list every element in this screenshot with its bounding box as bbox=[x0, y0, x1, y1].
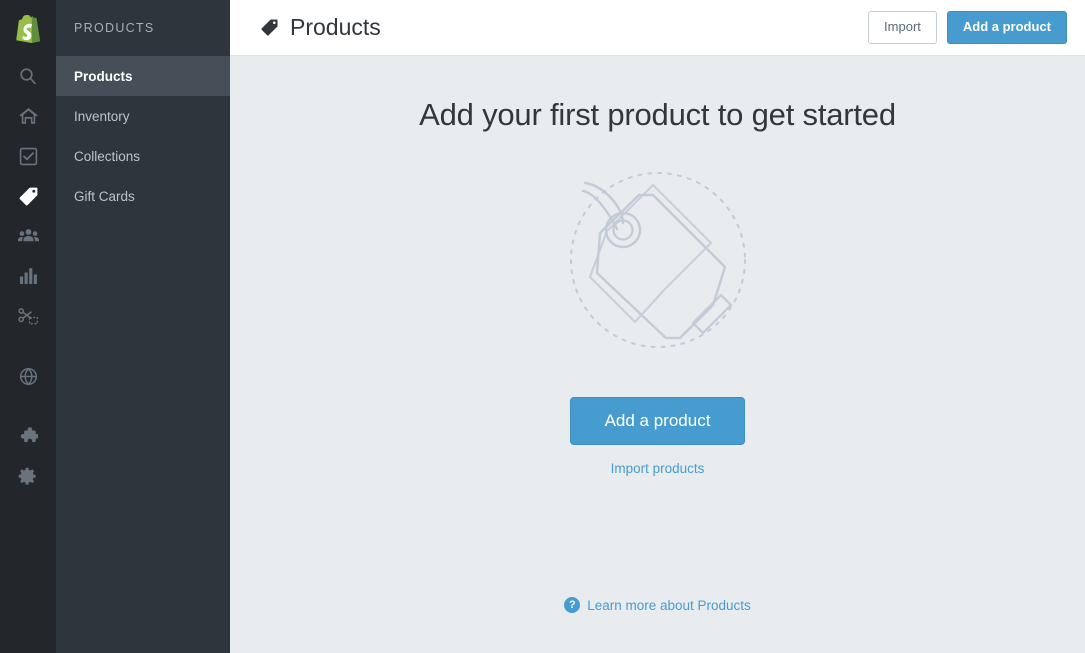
sidebar-item-label: Inventory bbox=[74, 108, 130, 124]
search-icon[interactable] bbox=[0, 56, 56, 96]
learn-more-row: ? Learn more about Products bbox=[230, 597, 1085, 613]
discounts-scissors-icon[interactable] bbox=[0, 296, 56, 336]
sidebar-item-collections[interactable]: Collections bbox=[56, 136, 230, 176]
empty-state-content: Add your first product to get started Ad… bbox=[230, 56, 1085, 653]
sidebar-item-products[interactable]: Products bbox=[56, 56, 230, 96]
settings-gear-icon[interactable] bbox=[0, 456, 56, 496]
home-icon[interactable] bbox=[0, 96, 56, 136]
shopify-admin-window: PRODUCTS Products Inventory Collections … bbox=[0, 0, 1085, 653]
import-products-link[interactable]: Import products bbox=[611, 461, 705, 476]
sidebar-item-label: Gift Cards bbox=[74, 188, 135, 204]
online-store-globe-icon[interactable] bbox=[0, 356, 56, 396]
customers-people-icon[interactable] bbox=[0, 216, 56, 256]
learn-more-link[interactable]: Learn more about Products bbox=[587, 598, 751, 613]
sidebar-section-title: PRODUCTS bbox=[74, 21, 155, 35]
page-title: Products bbox=[290, 14, 381, 40]
primary-icon-rail bbox=[0, 0, 56, 653]
sidebar-item-gift-cards[interactable]: Gift Cards bbox=[56, 176, 230, 216]
import-button[interactable]: Import bbox=[868, 11, 937, 44]
product-tags-dashed-circle-illustration bbox=[543, 155, 773, 375]
sidebar-item-label: Collections bbox=[74, 148, 141, 164]
apps-puzzle-icon[interactable] bbox=[0, 416, 56, 456]
empty-state-heading: Add your first product to get started bbox=[419, 97, 896, 132]
add-product-button[interactable]: Add a product bbox=[946, 11, 1067, 44]
products-tag-icon[interactable] bbox=[0, 176, 56, 216]
sidebar-item-inventory[interactable]: Inventory bbox=[56, 96, 230, 136]
secondary-sidebar: PRODUCTS Products Inventory Collections … bbox=[56, 0, 230, 653]
page-header: Products Import Add a product bbox=[230, 0, 1085, 56]
analytics-bar-chart-icon[interactable] bbox=[0, 256, 56, 296]
page-title-group: Products bbox=[260, 14, 381, 41]
header-actions: Import Add a product bbox=[868, 11, 1067, 44]
main-area: Products Import Add a product Add your f… bbox=[230, 0, 1085, 653]
question-mark-icon: ? bbox=[564, 597, 581, 613]
tag-icon bbox=[260, 18, 279, 37]
rail-icon-list bbox=[0, 56, 56, 496]
shopify-bag-logo[interactable] bbox=[0, 0, 56, 56]
sidebar-item-label: Products bbox=[74, 68, 133, 84]
orders-checkbox-icon[interactable] bbox=[0, 136, 56, 176]
empty-state-add-product-button[interactable]: Add a product bbox=[569, 397, 746, 445]
